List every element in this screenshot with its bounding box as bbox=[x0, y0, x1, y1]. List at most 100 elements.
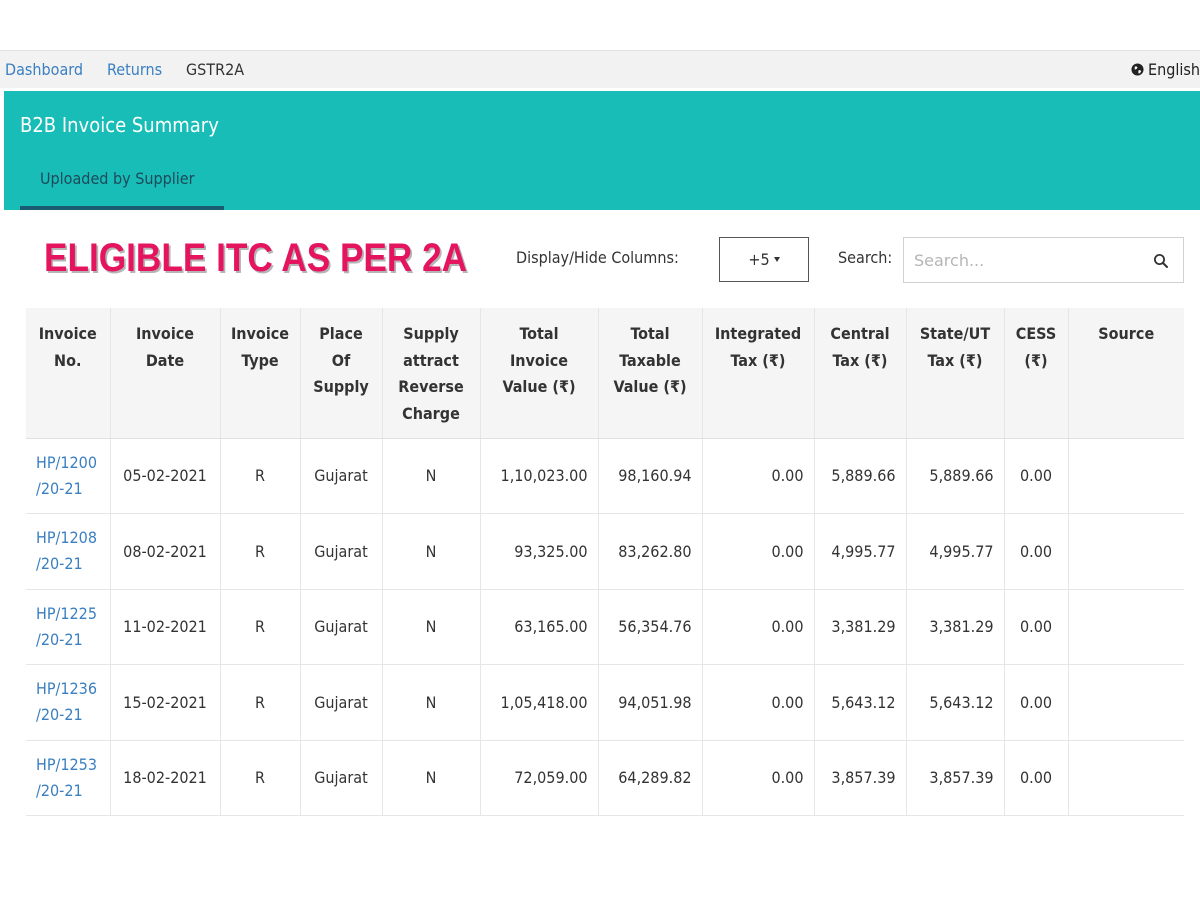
invoice-number-part: HP/1253 bbox=[36, 754, 97, 774]
place-of-supply-cell: Gujarat bbox=[299, 513, 382, 590]
invoice-date-cell: 11-02-2021 bbox=[109, 589, 220, 665]
column-header[interactable]: Central Tax (₹) bbox=[813, 308, 906, 439]
column-header-label: Central bbox=[830, 324, 890, 343]
column-header-label: Tax (₹) bbox=[927, 350, 983, 370]
column-header[interactable]: Total Taxable Value (₹) bbox=[597, 308, 702, 439]
reverse-charge-cell: N bbox=[381, 589, 480, 665]
column-header[interactable]: Invoice Type bbox=[219, 308, 300, 439]
invoice-date-cell: 15-02-2021 bbox=[109, 664, 220, 741]
column-header-label: Supply bbox=[403, 324, 459, 343]
active-tab-underline bbox=[20, 206, 224, 210]
breadcrumb-current: GSTR2A bbox=[186, 60, 245, 79]
eligible-itc-banner: ELIGIBLE ITC AS PER 2A bbox=[44, 236, 468, 280]
invoice-number-part: /20-21 bbox=[36, 478, 83, 498]
language-label: English bbox=[1148, 60, 1200, 79]
column-header-label: Reverse bbox=[398, 377, 464, 396]
source-cell bbox=[1067, 664, 1184, 741]
language-selector[interactable]: English bbox=[1131, 60, 1200, 79]
column-header-label: Charge bbox=[402, 403, 460, 423]
state-ut-tax-cell: 5,643.12 bbox=[905, 664, 1004, 741]
invoice-table-container: Invoice No. Invoice Date Invoice Type Place Of S… bbox=[26, 308, 1184, 816]
state-ut-tax-cell: 3,857.39 bbox=[905, 740, 1004, 816]
column-header[interactable]: Source bbox=[1067, 308, 1184, 439]
invoice-type-cell: R bbox=[219, 513, 300, 590]
column-header[interactable]: Total Invoice Value (₹) bbox=[479, 308, 598, 439]
integrated-tax-cell: 0.00 bbox=[701, 664, 814, 741]
cess-cell: 0.00 bbox=[1003, 589, 1068, 665]
column-header[interactable]: State/UT Tax (₹) bbox=[905, 308, 1004, 439]
column-header-label: Integrated bbox=[714, 324, 802, 343]
total-invoice-value-cell: 63,165.00 bbox=[479, 589, 598, 665]
invoice-number-link[interactable]: HP/1225/20-21 bbox=[26, 589, 110, 665]
invoice-number-part: /20-21 bbox=[36, 705, 83, 725]
column-header-label: Place bbox=[319, 324, 363, 343]
cess-cell: 0.00 bbox=[1003, 513, 1068, 590]
column-header-label: Of bbox=[331, 350, 351, 370]
column-header-label: State/UT bbox=[919, 324, 991, 343]
breadcrumb-dashboard-link[interactable]: Dashboard bbox=[5, 60, 83, 79]
breadcrumb-returns-link[interactable]: Returns bbox=[107, 60, 162, 79]
search-box bbox=[903, 237, 1184, 283]
invoice-number-link[interactable]: HP/1208/20-21 bbox=[26, 513, 110, 590]
search-icon[interactable] bbox=[1153, 253, 1169, 269]
total-taxable-value-cell: 94,051.98 bbox=[597, 664, 702, 741]
column-header-label: Date bbox=[145, 350, 185, 370]
total-invoice-value-cell: 72,059.00 bbox=[479, 740, 598, 816]
source-cell bbox=[1067, 513, 1184, 590]
total-taxable-value-cell: 56,354.76 bbox=[597, 589, 702, 665]
column-header-label: Value (₹) bbox=[613, 377, 687, 396]
breadcrumb: Dashboard Returns GSTR2A English bbox=[0, 50, 1200, 88]
column-header-label: Tax (₹) bbox=[832, 350, 888, 370]
invoice-number-part: HP/1225 bbox=[36, 603, 97, 623]
column-header-label: Invoice bbox=[38, 324, 97, 343]
columns-toggle-button[interactable]: +5 bbox=[719, 237, 809, 282]
integrated-tax-cell: 0.00 bbox=[701, 438, 814, 514]
column-header-label: Invoice bbox=[230, 324, 290, 343]
table-row: HP/1200/20-21 05-02-2021 R Gujarat N 1,10,023… bbox=[26, 438, 1184, 514]
integrated-tax-cell: 0.00 bbox=[701, 513, 814, 590]
invoice-number-part: /20-21 bbox=[36, 554, 83, 574]
cess-cell: 0.00 bbox=[1003, 664, 1068, 741]
central-tax-cell: 5,643.12 bbox=[813, 664, 906, 741]
invoice-number-part: HP/1208 bbox=[36, 528, 97, 548]
place-of-supply-cell: Gujarat bbox=[299, 438, 382, 514]
invoice-date-cell: 18-02-2021 bbox=[109, 740, 220, 816]
column-header-label: No. bbox=[54, 350, 82, 370]
column-header[interactable]: Place Of Supply bbox=[299, 308, 382, 439]
globe-icon bbox=[1131, 63, 1144, 76]
state-ut-tax-cell: 5,889.66 bbox=[905, 438, 1004, 514]
invoice-number-part: /20-21 bbox=[36, 629, 83, 649]
column-header-label: Taxable bbox=[619, 350, 681, 370]
total-invoice-value-cell: 93,325.00 bbox=[479, 513, 598, 590]
column-header-label: Source bbox=[1098, 324, 1155, 343]
column-header-label: (₹) bbox=[1024, 350, 1048, 370]
column-header[interactable]: Supply attract Reverse Charge bbox=[381, 308, 480, 439]
invoice-date-cell: 08-02-2021 bbox=[109, 513, 220, 590]
table-row: HP/1208/20-21 08-02-2021 R Gujarat N 93,325.0… bbox=[26, 513, 1184, 590]
invoice-number-link[interactable]: HP/1200/20-21 bbox=[26, 438, 110, 514]
column-header[interactable]: Integrated Tax (₹) bbox=[701, 308, 814, 439]
invoice-number-link[interactable]: HP/1253/20-21 bbox=[26, 740, 110, 816]
central-tax-cell: 5,889.66 bbox=[813, 438, 906, 514]
integrated-tax-cell: 0.00 bbox=[701, 740, 814, 816]
central-tax-cell: 3,381.29 bbox=[813, 589, 906, 665]
place-of-supply-cell: Gujarat bbox=[299, 740, 382, 816]
table-header-row: Invoice No. Invoice Date Invoice Type Place Of S… bbox=[26, 308, 1184, 439]
column-header[interactable]: CESS (₹) bbox=[1003, 308, 1068, 439]
column-header[interactable]: Invoice Date bbox=[109, 308, 220, 439]
table-body: HP/1200/20-21 05-02-2021 R Gujarat N 1,10,023… bbox=[26, 438, 1184, 816]
central-tax-cell: 3,857.39 bbox=[813, 740, 906, 816]
total-invoice-value-cell: 1,10,023.00 bbox=[479, 438, 598, 514]
column-header[interactable]: Invoice No. bbox=[26, 308, 110, 439]
search-input[interactable] bbox=[914, 248, 1144, 272]
state-ut-tax-cell: 3,381.29 bbox=[905, 589, 1004, 665]
tab-uploaded-by-supplier[interactable]: Uploaded by Supplier bbox=[40, 169, 195, 188]
invoice-number-link[interactable]: HP/1236/20-21 bbox=[26, 664, 110, 741]
central-tax-cell: 4,995.77 bbox=[813, 513, 906, 590]
column-header-label: Total bbox=[630, 324, 670, 343]
top-strip bbox=[0, 0, 1200, 48]
column-header-label: Supply bbox=[313, 377, 369, 396]
column-header-label: attract bbox=[403, 350, 459, 370]
invoice-type-cell: R bbox=[219, 589, 300, 665]
invoice-date-cell: 05-02-2021 bbox=[109, 438, 220, 514]
